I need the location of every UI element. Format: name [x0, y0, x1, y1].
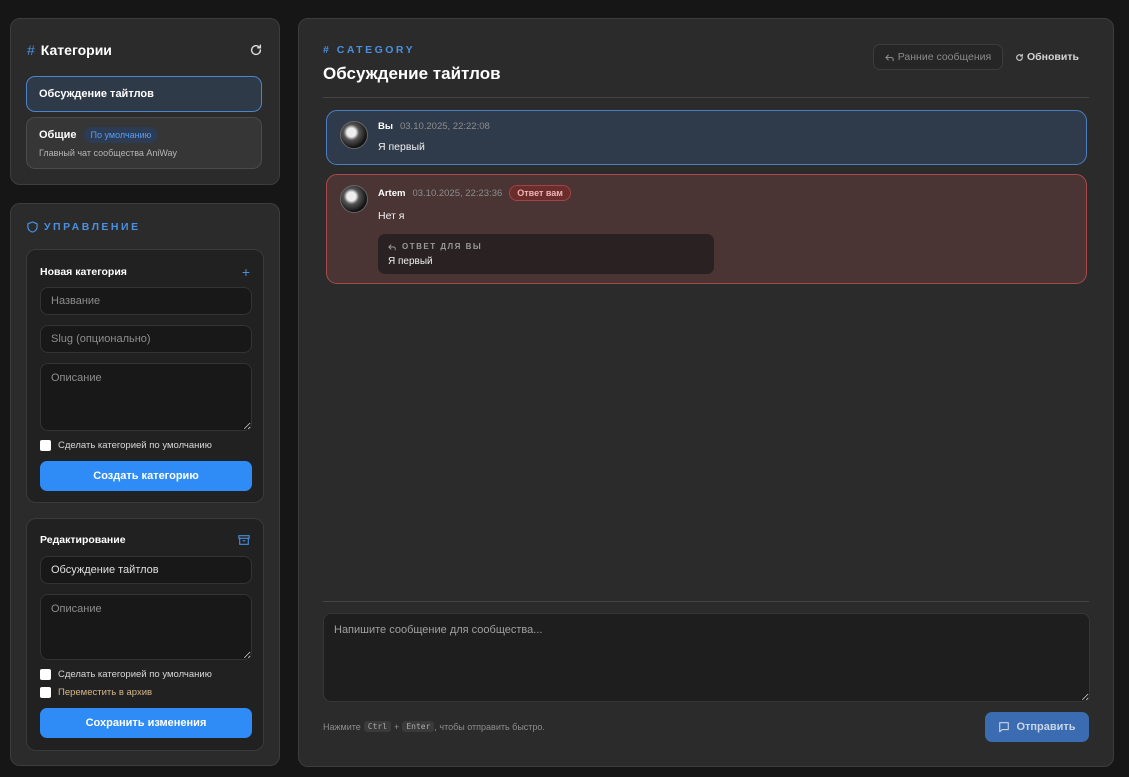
reply-to-you-badge: Ответ вам	[509, 185, 571, 201]
message-author: Artem	[378, 187, 406, 199]
message-time: 03.10.2025, 22:23:36	[412, 187, 503, 199]
new-category-slug-input[interactable]	[40, 325, 252, 353]
manage-title-text: УПРАВЛЕНИЕ	[44, 221, 141, 233]
kbd-enter: Enter	[402, 721, 435, 732]
new-category-card: Новая категория + Сделать категорией по …	[26, 249, 264, 503]
edit-category-description-input[interactable]	[40, 594, 252, 660]
kbd-ctrl: Ctrl	[363, 721, 392, 732]
new-category-header: Новая категория +	[40, 265, 250, 279]
category-name: Обсуждение тайтлов	[39, 88, 154, 100]
new-category-description-input[interactable]	[40, 363, 252, 431]
message-header: Artem 03.10.2025, 22:23:36 Ответ вам	[378, 185, 571, 201]
hash-icon: #	[27, 42, 35, 58]
checkbox[interactable]	[40, 440, 51, 451]
refresh-icon	[1016, 53, 1023, 61]
send-label: Отправить	[1016, 721, 1076, 733]
categories-header: # Категории	[27, 41, 263, 59]
reply-label-text: ОТВЕТ ДЛЯ ВЫ	[402, 242, 483, 251]
manage-panel: УПРАВЛЕНИЕ Новая категория + Сделать кат…	[10, 203, 280, 766]
reply-icon	[884, 53, 894, 61]
category-eyebrow: # CATEGORY	[323, 44, 416, 56]
category-name: Общие	[39, 129, 77, 141]
checkbox-label: Переместить в архив	[58, 687, 153, 698]
edit-category-card: Редактирование Сделать категорией по умо…	[26, 518, 264, 751]
categories-title: Категории	[40, 42, 112, 58]
page-title: Обсуждение тайтлов	[323, 64, 501, 83]
message-text: Я первый	[378, 141, 425, 153]
default-badge: По умолчанию	[83, 127, 159, 143]
new-category-title: Новая категория	[40, 266, 127, 278]
reply-quote-text: Я первый	[388, 256, 433, 267]
send-hint: Нажмите Ctrl + Enter , чтобы отправить б…	[323, 721, 545, 732]
message-item[interactable]: Artem 03.10.2025, 22:23:36 Ответ вам Нет…	[326, 174, 1087, 284]
message-item[interactable]: Вы 03.10.2025, 22:22:08 Я первый	[326, 110, 1087, 165]
message-author: Вы	[378, 121, 393, 132]
reply-quote[interactable]: ОТВЕТ ДЛЯ ВЫ Я первый	[378, 234, 714, 274]
message-input[interactable]	[323, 613, 1090, 702]
save-changes-button[interactable]: Сохранить изменения	[40, 708, 252, 738]
categories-panel: # Категории Обсуждение тайтлов Общие По …	[10, 18, 280, 185]
refresh-label: Обновить	[1027, 51, 1079, 63]
message-time: 03.10.2025, 22:22:08	[399, 121, 490, 132]
archive-icon[interactable]	[238, 534, 250, 546]
create-category-button[interactable]: Создать категорию	[40, 461, 252, 491]
reply-icon	[388, 243, 396, 250]
send-button[interactable]: Отправить	[985, 712, 1089, 742]
avatar	[340, 121, 368, 149]
edit-category-name-input[interactable]	[40, 556, 252, 584]
manage-title: УПРАВЛЕНИЕ	[27, 221, 141, 233]
new-category-default-checkbox[interactable]: Сделать категорией по умолчанию	[40, 440, 212, 451]
reply-quote-label: ОТВЕТ ДЛЯ ВЫ	[388, 242, 482, 251]
shield-icon	[27, 221, 38, 233]
message-text: Нет я	[378, 210, 405, 222]
hint-prefix: Нажмите	[323, 721, 361, 732]
category-item-titles[interactable]: Обсуждение тайтлов	[26, 76, 262, 112]
refresh-icon[interactable]	[249, 43, 263, 57]
new-category-name-input[interactable]	[40, 287, 252, 315]
eyebrow-text: CATEGORY	[336, 44, 416, 56]
avatar	[340, 185, 368, 213]
checkbox[interactable]	[40, 669, 51, 680]
refresh-button[interactable]: Обновить	[1015, 44, 1079, 70]
edit-category-title: Редактирование	[40, 534, 126, 546]
hint-suffix: , чтобы отправить быстро.	[434, 721, 545, 732]
checkbox-label: Сделать категорией по умолчанию	[58, 669, 212, 680]
hint-plus: +	[394, 721, 400, 732]
edit-category-default-checkbox[interactable]: Сделать категорией по умолчанию	[40, 669, 212, 680]
edit-category-header: Редактирование	[40, 534, 250, 546]
header-divider	[323, 97, 1089, 98]
checkbox-label: Сделать категорией по умолчанию	[58, 440, 212, 451]
early-messages-label: Ранние сообщения	[897, 51, 992, 63]
message-header: Вы 03.10.2025, 22:22:08	[378, 121, 490, 132]
category-item-general[interactable]: Общие По умолчанию Главный чат сообществ…	[26, 117, 262, 169]
archive-checkbox[interactable]: Переместить в архив	[40, 687, 152, 698]
plus-icon[interactable]: +	[242, 265, 250, 279]
category-description: Главный чат сообщества AniWay	[39, 148, 178, 158]
chat-panel: # CATEGORY Обсуждение тайтлов Ранние соо…	[298, 18, 1114, 767]
checkbox[interactable]	[40, 687, 51, 698]
chat-bubble-icon	[999, 722, 1010, 733]
composer-divider	[323, 601, 1089, 602]
early-messages-button[interactable]: Ранние сообщения	[873, 44, 1003, 70]
